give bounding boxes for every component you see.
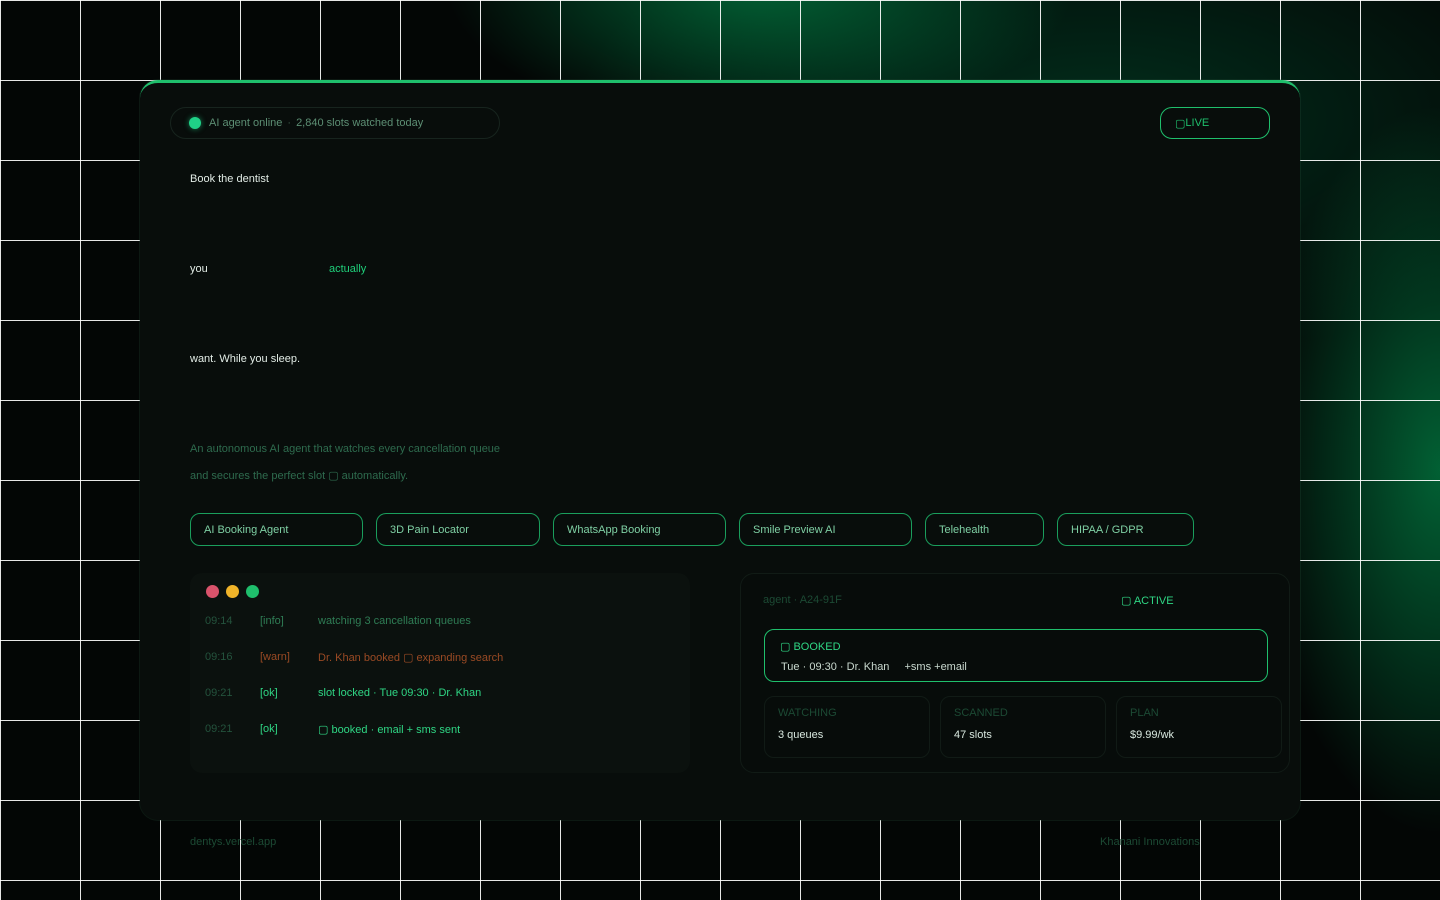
stat-label: PLAN — [1130, 707, 1159, 719]
agent-status-pill: AI agent online · 2,840 slots watched to… — [170, 107, 500, 139]
status-text: AI agent online — [209, 117, 283, 129]
live-badge[interactable]: ▢ LIVE — [1160, 107, 1270, 139]
booked-detail: Tue · 09:30 · Dr. Khan +sms +email — [781, 661, 967, 673]
close-dot-icon[interactable] — [206, 585, 219, 598]
stat-value: $9.99/wk — [1130, 729, 1175, 741]
minimize-dot-icon[interactable] — [226, 585, 239, 598]
online-dot-icon — [189, 117, 201, 129]
description-line-1: An autonomous AI agent that watches ever… — [190, 443, 501, 455]
footer-site-link[interactable]: dentys.vercel.app — [190, 836, 276, 848]
booked-appointment: Tue · 09:30 · Dr. Khan — [781, 661, 890, 673]
live-label: LIVE — [1185, 117, 1210, 129]
chip-smile-preview-ai[interactable]: Smile Preview AI — [739, 513, 912, 546]
footer-brand: Khanani Innovations — [1100, 836, 1200, 848]
hero-line-3: want. While you sleep. — [190, 353, 301, 365]
stat-scanned: SCANNED 47 slots — [940, 696, 1106, 758]
hero-line-2: you — [190, 263, 208, 275]
stat-value: 3 queues — [778, 729, 824, 741]
chip-telehealth[interactable]: Telehealth — [925, 513, 1044, 546]
log-message: watching 3 cancellation queues — [318, 615, 471, 627]
log-message: Dr. Khan booked ▢ expanding search — [318, 652, 504, 664]
stat-value: 47 slots — [954, 729, 992, 741]
log-level: [warn] — [260, 651, 290, 663]
description-line-2: and secures the perfect slot ▢ automatic… — [190, 470, 409, 482]
agent-log-terminal: 09:14 [info] watching 3 cancellation que… — [190, 573, 690, 773]
stat-watching: WATCHING 3 queues — [764, 696, 930, 758]
hero-card: AI agent online · 2,840 slots watched to… — [140, 80, 1300, 820]
log-level: [info] — [260, 615, 284, 627]
agent-active-badge: ▢ ACTIVE — [1121, 595, 1174, 607]
booked-confirmation[interactable]: ▢ BOOKED Tue · 09:30 · Dr. Khan +sms +em… — [764, 629, 1268, 682]
chip-3d-pain-locator[interactable]: 3D Pain Locator — [376, 513, 540, 546]
stat-plan: PLAN $9.99/wk — [1116, 696, 1282, 758]
status-separator: · — [287, 117, 292, 129]
agent-id: agent · A24-91F — [763, 594, 842, 606]
log-time: 09:21 — [205, 687, 233, 699]
booked-title: ▢ BOOKED — [780, 641, 841, 653]
log-message: ▢ booked · email + sms sent — [318, 724, 461, 736]
log-level: [ok] — [260, 687, 278, 699]
window-controls — [206, 585, 259, 598]
slots-watched-text: 2,840 slots watched today — [296, 117, 424, 129]
log-time: 09:21 — [205, 723, 233, 735]
maximize-dot-icon[interactable] — [246, 585, 259, 598]
hero-accent-word: actually — [329, 263, 367, 275]
booked-notifications: +sms +email — [904, 661, 967, 673]
agent-status-panel: agent · A24-91F ▢ ACTIVE ▢ BOOKED Tue · … — [740, 573, 1290, 773]
stat-label: WATCHING — [778, 707, 837, 719]
log-level: [ok] — [260, 723, 278, 735]
log-message: slot locked · Tue 09:30 · Dr. Khan — [318, 687, 482, 699]
log-time: 09:14 — [205, 615, 233, 627]
stat-label: SCANNED — [954, 707, 1008, 719]
live-icon: ▢ — [1175, 117, 1186, 130]
log-time: 09:16 — [205, 651, 233, 663]
chip-ai-booking-agent[interactable]: AI Booking Agent — [190, 513, 363, 546]
chip-whatsapp-booking[interactable]: WhatsApp Booking — [553, 513, 726, 546]
chip-hipaa-gdpr[interactable]: HIPAA / GDPR — [1057, 513, 1194, 546]
hero-line-1: Book the dentist — [190, 173, 269, 185]
